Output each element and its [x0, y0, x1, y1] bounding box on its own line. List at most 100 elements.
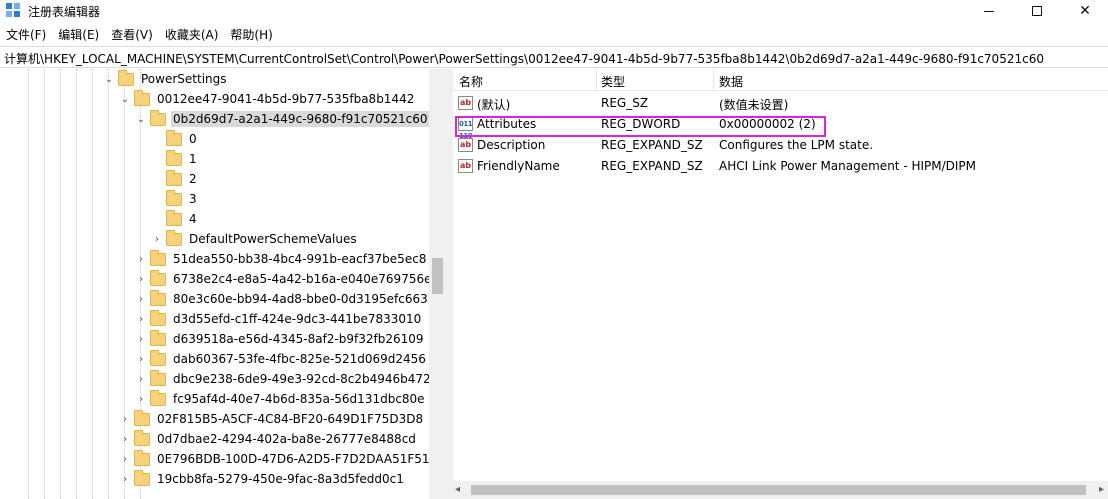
- column-name-header[interactable]: 名称: [459, 73, 483, 90]
- tree-node[interactable]: › 80e3c60e-bb94-4ad8-bbe0-0d3195efc663: [135, 289, 430, 309]
- expand-arrow-icon[interactable]: ›: [135, 349, 147, 369]
- tree-node-label: d3d55efd-c1ff-424e-9dc3-441be7833010: [173, 312, 422, 326]
- list-header: 名称 类型 数据: [453, 69, 1108, 91]
- tree-node[interactable]: ⌄ PowerSettings: [103, 69, 229, 89]
- tree-node[interactable]: › 0E796BDB-100D-47D6-A2D5-F7D2DAA51F51: [119, 449, 432, 469]
- folder-icon: [134, 429, 150, 446]
- tree-node-label: 80e3c60e-bb94-4ad8-bbe0-0d3195efc663: [173, 292, 428, 306]
- value-data: (数值未设置): [719, 98, 789, 112]
- tree-node[interactable]: 0: [151, 129, 199, 149]
- folder-icon: [166, 189, 182, 206]
- tree-node-label: PowerSettings: [141, 72, 227, 86]
- value-type: REG_EXPAND_SZ: [601, 159, 703, 173]
- expand-arrow-icon[interactable]: ›: [135, 389, 147, 409]
- menu-view[interactable]: 查看(V): [105, 24, 159, 44]
- menu-favorites[interactable]: 收藏夹(A): [159, 24, 225, 44]
- scroll-left-icon[interactable]: ◂: [455, 484, 460, 495]
- tree-node[interactable]: › 02F815B5-A5CF-4C84-BF20-649D1F75D3D8: [119, 409, 425, 429]
- expand-arrow-icon[interactable]: ›: [135, 309, 147, 329]
- tree-node[interactable]: 4: [151, 209, 199, 229]
- tree-guide-line: [108, 69, 109, 499]
- tree-node[interactable]: ⌄ 0012ee47-9041-4b5d-9b77-535fba8b1442: [119, 89, 416, 109]
- column-divider[interactable]: [596, 69, 597, 91]
- value-row[interactable]: ab (默认) REG_SZ (数值未设置): [453, 93, 1108, 114]
- tree-node-label: 0012ee47-9041-4b5d-9b77-535fba8b1442: [157, 92, 415, 106]
- folder-icon: [166, 209, 182, 226]
- regedit-app-icon: [6, 3, 21, 18]
- expand-arrow-icon[interactable]: ›: [135, 329, 147, 349]
- maximize-button[interactable]: [1014, 0, 1060, 22]
- folder-icon: [150, 269, 166, 286]
- tree-node[interactable]: 2: [151, 169, 199, 189]
- string-value-icon: ab: [458, 96, 473, 110]
- expand-arrow-icon[interactable]: ›: [135, 289, 147, 309]
- menu-help[interactable]: 帮助(H): [224, 24, 278, 44]
- menu-file[interactable]: 文件(F): [0, 24, 52, 44]
- tree-node-label: 0: [189, 132, 197, 146]
- expand-arrow-icon[interactable]: ›: [119, 429, 131, 449]
- tree-node-label: 02F815B5-A5CF-4C84-BF20-649D1F75D3D8: [157, 412, 424, 426]
- tree-node[interactable]: › 6738e2c4-e8a5-4a42-b16a-e040e769756e: [135, 269, 433, 289]
- folder-icon: [134, 89, 150, 106]
- expand-arrow-icon[interactable]: ›: [119, 409, 131, 429]
- tree-guide-line: [76, 69, 77, 499]
- expand-arrow-icon[interactable]: ›: [135, 369, 147, 389]
- folder-icon: [118, 69, 134, 86]
- address-bar[interactable]: 计算机\HKEY_LOCAL_MACHINE\SYSTEM\CurrentCon…: [0, 46, 1108, 68]
- value-data: AHCI Link Power Management - HIPM/DIPM: [719, 159, 977, 173]
- string-value-icon: ab: [458, 138, 473, 152]
- column-data-header[interactable]: 数据: [719, 73, 743, 90]
- title-bar: 注册表编辑器 ✕: [0, 0, 1108, 22]
- value-row[interactable]: ab FriendlyName REG_EXPAND_SZ AHCI Link Pow…: [453, 156, 1108, 177]
- folder-icon: [134, 409, 150, 426]
- expand-arrow-icon: [151, 169, 163, 189]
- tree-node[interactable]: › DefaultPowerSchemeValues: [151, 229, 359, 249]
- tree-node-label: 0b2d69d7-a2a1-449c-9680-f91c70521c60: [171, 111, 430, 127]
- value-row[interactable]: ab Description REG_EXPAND_SZ Configures the…: [453, 135, 1108, 156]
- scroll-right-icon[interactable]: ▸: [1099, 484, 1104, 495]
- list-horizontal-scrollbar[interactable]: ◂ ▸: [453, 481, 1108, 499]
- key-tree: ⌄ PowerSettings ⌄ 0012ee47-9041-4b5d-9b77-5…: [0, 69, 446, 499]
- minimize-icon: [984, 10, 994, 12]
- tree-node[interactable]: › d3d55efd-c1ff-424e-9dc3-441be7833010: [135, 309, 423, 329]
- folder-icon: [150, 249, 166, 266]
- expand-arrow-icon[interactable]: ›: [135, 269, 147, 289]
- expand-arrow-icon: [151, 209, 163, 229]
- pane-splitter[interactable]: [446, 69, 453, 499]
- folder-icon: [166, 149, 182, 166]
- tree-node-label: 6738e2c4-e8a5-4a42-b16a-e040e769756e: [173, 272, 432, 286]
- tree-node[interactable]: › fc95af4d-40e7-4b6d-835a-56d131dbc80e: [135, 389, 427, 409]
- column-type-header[interactable]: 类型: [601, 73, 625, 90]
- minimize-button[interactable]: [966, 0, 1012, 22]
- expand-arrow-icon: [151, 149, 163, 169]
- maximize-icon: [1032, 6, 1042, 16]
- expand-arrow-icon[interactable]: ›: [135, 249, 147, 269]
- tree-node[interactable]: › d639518a-e56d-4345-8af2-b9f32fb26109: [135, 329, 426, 349]
- tree-node[interactable]: › 51dea550-bb38-4bc4-991b-eacf37be5ec8: [135, 249, 428, 269]
- column-divider[interactable]: [713, 69, 714, 91]
- tree-node[interactable]: › dab60367-53fe-4fbc-825e-521d069d2456: [135, 349, 428, 369]
- menu-edit[interactable]: 编辑(E): [52, 24, 105, 44]
- tree-node-label: 3: [189, 192, 197, 206]
- tree-scroll-thumb[interactable]: [432, 258, 443, 294]
- folder-icon: [150, 329, 166, 346]
- tree-node[interactable]: ⌄ 0b2d69d7-a2a1-449c-9680-f91c70521c60: [135, 109, 430, 129]
- collapse-arrow-icon[interactable]: ⌄: [135, 109, 147, 129]
- close-button[interactable]: ✕: [1062, 0, 1108, 22]
- expand-arrow-icon[interactable]: ›: [119, 469, 131, 489]
- list-scroll-thumb[interactable]: [471, 485, 1086, 495]
- tree-node-label: dab60367-53fe-4fbc-825e-521d069d2456: [173, 352, 426, 366]
- folder-icon: [134, 469, 150, 486]
- collapse-arrow-icon[interactable]: ⌄: [119, 89, 131, 109]
- expand-arrow-icon[interactable]: ›: [151, 229, 163, 249]
- tree-node[interactable]: 3: [151, 189, 199, 209]
- tree-node-label: dbc9e238-6de9-49e3-92cd-8c2b4946b472: [173, 372, 431, 386]
- tree-node[interactable]: › 0d7dbae2-4294-402a-ba8e-26777e8488cd: [119, 429, 418, 449]
- window-title: 注册表编辑器: [28, 5, 101, 19]
- tree-node[interactable]: 1: [151, 149, 199, 169]
- expand-arrow-icon[interactable]: ›: [119, 449, 131, 469]
- tree-node[interactable]: › 19cbb8fa-5279-450e-9fac-8a3d5fedd0c1: [119, 469, 406, 489]
- tree-guide-line: [44, 69, 45, 499]
- collapse-arrow-icon[interactable]: ⌄: [103, 69, 115, 89]
- tree-node[interactable]: › dbc9e238-6de9-49e3-92cd-8c2b4946b472: [135, 369, 433, 389]
